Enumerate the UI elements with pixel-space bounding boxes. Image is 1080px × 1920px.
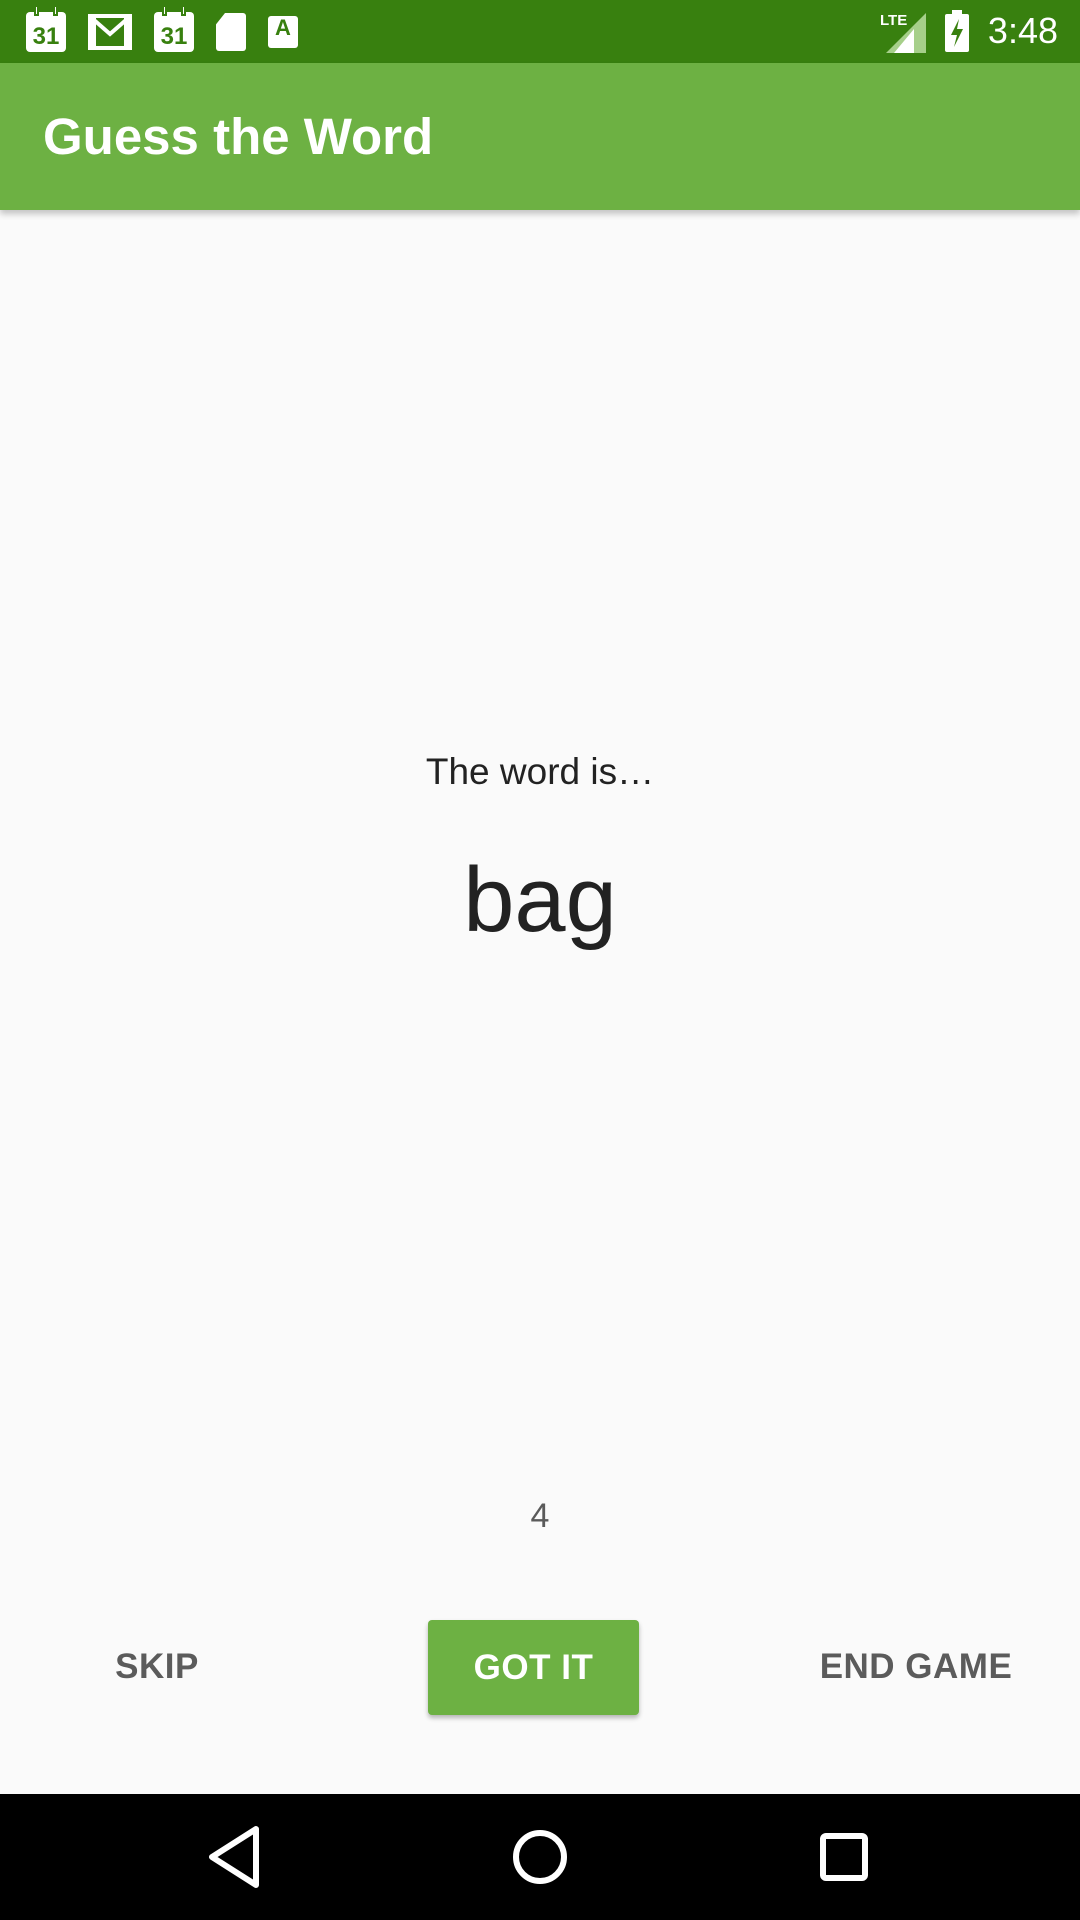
calendar-icon: 31 bbox=[154, 7, 194, 52]
lte-signal-icon: LTE bbox=[880, 12, 926, 53]
sd-card-icon bbox=[216, 13, 246, 51]
status-bar: 31 31 A LTE 3:48 bbox=[0, 0, 1080, 63]
screen: 31 31 A LTE 3:48 Guess the Word The word… bbox=[0, 0, 1080, 1920]
home-icon[interactable] bbox=[502, 1819, 578, 1895]
end-game-button[interactable]: END GAME bbox=[800, 1619, 1032, 1715]
current-word: bag bbox=[463, 849, 617, 951]
timer-text: 4 bbox=[530, 1497, 550, 1535]
calendar-icon: 31 bbox=[26, 7, 66, 52]
calendar-day: 31 bbox=[32, 23, 60, 50]
network-type-label: LTE bbox=[880, 12, 907, 29]
clock: 3:48 bbox=[987, 10, 1058, 51]
got-it-button[interactable]: GOT IT bbox=[428, 1620, 639, 1715]
word-label: The word is… bbox=[425, 751, 655, 792]
gmail-icon bbox=[88, 14, 132, 50]
app-bar: Guess the Word bbox=[0, 63, 1080, 210]
system-status: LTE 3:48 bbox=[880, 8, 1058, 54]
font-download-icon: A bbox=[268, 16, 298, 48]
recent-apps-icon[interactable] bbox=[806, 1819, 882, 1895]
calendar-day: 31 bbox=[160, 23, 188, 50]
back-icon[interactable] bbox=[198, 1819, 274, 1895]
battery-charging-icon bbox=[944, 10, 969, 52]
app-title: Guess the Word bbox=[43, 108, 434, 165]
skip-button[interactable]: SKIP bbox=[80, 1619, 234, 1715]
notification-icons: 31 31 A bbox=[26, 7, 298, 54]
navigation-bar bbox=[0, 1794, 1080, 1920]
